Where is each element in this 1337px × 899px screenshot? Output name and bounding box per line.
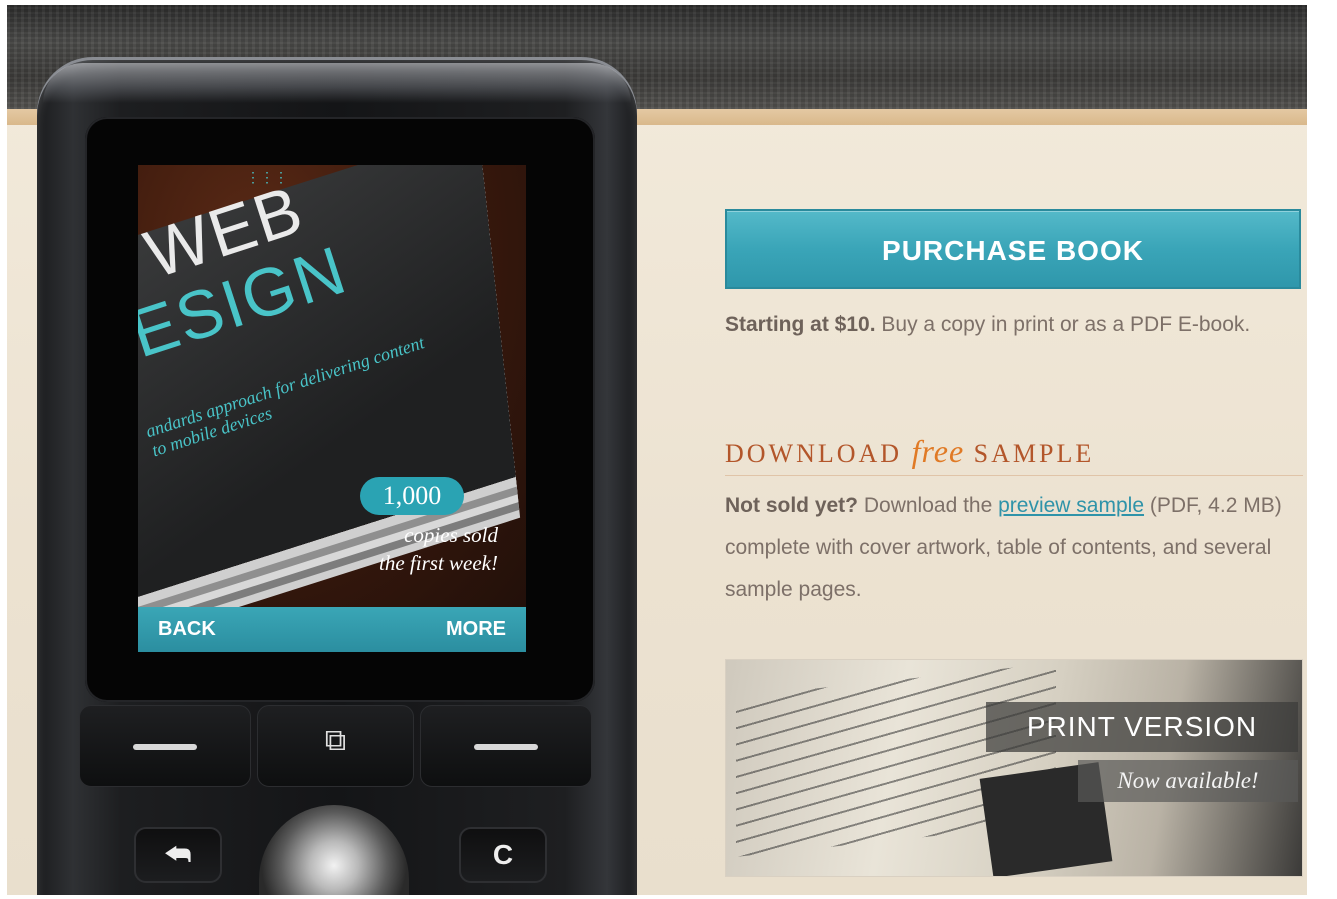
- download-paragraph: Not sold yet? Download the preview sampl…: [725, 485, 1307, 611]
- more-button[interactable]: MORE: [446, 607, 506, 652]
- heading-free: free: [911, 433, 965, 469]
- center-softkey[interactable]: ⧉: [257, 705, 414, 787]
- badge-text-line2: the first week!: [379, 551, 498, 575]
- phone-softkeys: ⧉: [79, 705, 599, 787]
- page-frame: ⋮⋮⋮ WEB ESIGN andards approach for deliv…: [7, 5, 1307, 895]
- price-text: Buy a copy in print or as a PDF E-book.: [875, 313, 1251, 336]
- print-version-title: PRINT VERSION: [986, 702, 1298, 752]
- heading-sample: SAMPLE: [964, 439, 1095, 468]
- preview-sample-link[interactable]: preview sample: [998, 494, 1144, 517]
- sales-badge-text: copies sold the first week!: [328, 521, 498, 577]
- phone-lower-keys: ⮪ C: [79, 805, 599, 895]
- print-version-subtitle: Now available!: [1078, 760, 1298, 802]
- return-arrow-icon: ⮪: [164, 839, 192, 870]
- softkey-line-icon: [474, 744, 538, 750]
- phone-rim: [43, 63, 631, 103]
- screen-nav-bar: BACK MORE: [138, 607, 526, 652]
- right-softkey[interactable]: [420, 705, 592, 787]
- price-lead: Starting at $10.: [725, 313, 876, 336]
- print-version-banner[interactable]: PRINT VERSION Now available!: [725, 659, 1303, 877]
- badge-text-line1: copies sold: [404, 523, 498, 547]
- heading-download: DOWNLOAD: [725, 439, 912, 468]
- download-sample-heading: DOWNLOAD free SAMPLE: [725, 433, 1303, 476]
- phone-screen: ⋮⋮⋮ WEB ESIGN andards approach for deliv…: [138, 165, 526, 652]
- clear-key[interactable]: C: [459, 827, 547, 883]
- sales-badge: 1,000: [360, 477, 464, 515]
- download-lead: Not sold yet?: [725, 494, 859, 517]
- navigation-joystick[interactable]: [259, 805, 409, 895]
- softkey-line-icon: [133, 744, 197, 750]
- purchase-book-button[interactable]: PURCHASE BOOK: [725, 209, 1301, 289]
- back-key[interactable]: ⮪: [134, 827, 222, 883]
- price-paragraph: Starting at $10. Buy a copy in print or …: [725, 304, 1307, 346]
- back-button[interactable]: BACK: [158, 607, 216, 652]
- left-softkey[interactable]: [79, 705, 251, 787]
- download-text-1: Download the: [858, 494, 999, 517]
- window-switch-icon: ⧉: [324, 724, 347, 757]
- book-cover-image: ⋮⋮⋮ WEB ESIGN andards approach for deliv…: [138, 165, 526, 607]
